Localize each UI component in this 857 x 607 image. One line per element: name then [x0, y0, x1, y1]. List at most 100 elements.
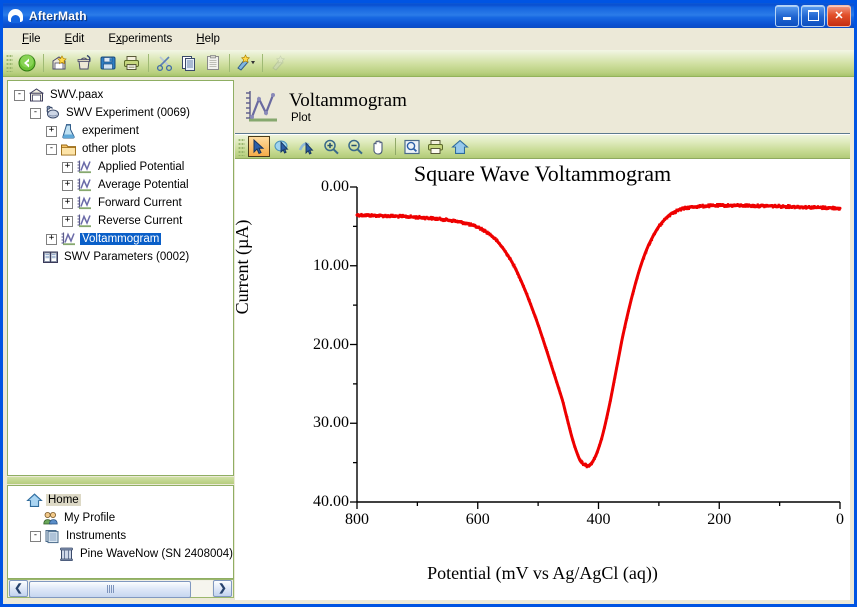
tree-node[interactable]: + experiment [14, 122, 230, 140]
new-archive-button[interactable] [49, 52, 71, 74]
menu-bar: File Edit Experiments Help [3, 28, 854, 51]
plot-icon [76, 177, 93, 193]
archive-icon [28, 87, 45, 103]
expand-toggle-icon[interactable]: + [62, 215, 73, 227]
expand-toggle-icon[interactable]: + [46, 125, 57, 137]
tree-node-label[interactable]: Reverse Current [96, 215, 184, 227]
expand-toggle-icon[interactable]: + [62, 179, 73, 191]
tree-node[interactable]: + Forward Current [14, 194, 230, 212]
tree-node[interactable]: - Instruments [14, 527, 230, 545]
tree-node[interactable]: + Reverse Current [14, 212, 230, 230]
expand-toggle-icon[interactable]: + [62, 197, 73, 209]
tree-node-label[interactable]: SWV Parameters (0002) [62, 251, 191, 263]
collapse-toggle-icon[interactable]: - [30, 530, 41, 542]
tree-node-label[interactable]: experiment [80, 125, 141, 137]
tree-node-label[interactable]: SWV.paax [48, 89, 105, 101]
cut-button[interactable] [154, 52, 176, 74]
main-toolbar [3, 50, 854, 77]
select-tool[interactable] [248, 136, 270, 157]
copy-button[interactable] [178, 52, 200, 74]
back-button[interactable] [16, 52, 38, 74]
tree-node[interactable]: + Average Potential [14, 176, 230, 194]
zoom-out-tool[interactable] [344, 136, 366, 157]
scrollbar-track[interactable] [29, 580, 212, 598]
tree-node-label[interactable]: Instruments [64, 530, 128, 542]
aftermath-logo-icon [7, 7, 24, 24]
paste-button[interactable] [202, 52, 224, 74]
plot-toolbar-grip[interactable] [238, 137, 245, 156]
left-pane: - SWV.paax - SWV Experiment (0069) + experime… [7, 80, 234, 600]
plot-icon [60, 231, 77, 247]
data-select-tool[interactable] [272, 136, 294, 157]
menu-item-file[interactable]: File [11, 30, 52, 48]
tree-node[interactable]: - other plots [14, 140, 230, 158]
collapse-toggle-icon[interactable]: - [14, 89, 25, 101]
archive-tree: - SWV.paax - SWV Experiment (0069) + experime… [8, 81, 233, 269]
close-button[interactable]: ✕ [827, 4, 851, 27]
plot-icon [76, 159, 93, 175]
plot-icon [76, 213, 93, 229]
zoom-fit-tool[interactable] [401, 136, 423, 157]
expand-toggle-icon[interactable]: + [46, 233, 57, 245]
new-experiment-button[interactable] [235, 52, 257, 74]
chart-area[interactable]: Square Wave Voltammogram Current (µA) Po… [235, 159, 850, 600]
tree-node[interactable]: My Profile [14, 509, 230, 527]
expand-toggle-icon[interactable]: + [62, 161, 73, 173]
pane-splitter[interactable] [7, 477, 234, 484]
home-tree: Home My Profile - Instruments Pine WaveNow (… [8, 486, 233, 566]
instruments-icon [44, 528, 61, 544]
window-controls: ✕ [775, 4, 851, 27]
collapse-toggle-icon[interactable]: - [30, 107, 41, 119]
tree-node-label[interactable]: Home [46, 494, 81, 506]
tree-node[interactable]: Home [14, 491, 230, 509]
tree-node-label[interactable]: other plots [80, 143, 138, 155]
aftermath-window: AfterMath ✕ File Edit Experiments Help -… [0, 0, 857, 607]
menu-item-help[interactable]: Help [185, 30, 231, 48]
home-view-tool[interactable] [449, 136, 471, 157]
pan-tool[interactable] [368, 136, 390, 157]
tree-node-label[interactable]: My Profile [62, 512, 117, 524]
tree-node-label[interactable]: Applied Potential [96, 161, 186, 173]
chart-y-tick-label: 10.00 [313, 256, 349, 274]
people-icon [42, 510, 59, 526]
chart-x-tick-label: 0 [836, 511, 844, 528]
toolbar-grip[interactable] [6, 54, 13, 72]
print-plot-tool[interactable] [425, 136, 447, 157]
tree-node[interactable]: SWV Parameters (0002) [14, 248, 230, 266]
chart-y-tick-label: 40.00 [313, 493, 349, 510]
tree-node[interactable]: + Voltammogram [14, 230, 230, 248]
plot-title: Voltammogram [289, 89, 407, 111]
tree-node-label[interactable]: Average Potential [96, 179, 191, 191]
menu-item-experiments[interactable]: Experiments [97, 30, 183, 48]
maximize-button[interactable] [801, 4, 825, 27]
tree-node-label[interactable]: Pine WaveNow (SN 2408004) [78, 548, 233, 560]
tree-node-label[interactable]: SWV Experiment (0069) [64, 107, 192, 119]
scroll-right-button[interactable]: ❯ [213, 580, 232, 597]
tree-node-label[interactable]: Voltammogram [80, 233, 162, 245]
device-icon [58, 546, 75, 562]
toolbar-separator [229, 54, 230, 72]
scrollbar-thumb[interactable] [29, 580, 191, 598]
tree-node[interactable]: - SWV.paax [14, 86, 230, 104]
collapse-toggle-icon[interactable]: - [46, 143, 57, 155]
delete-button[interactable] [73, 52, 95, 74]
menu-item-edit[interactable]: Edit [54, 30, 96, 48]
home-tree-panel[interactable]: Home My Profile - Instruments Pine WaveNow (… [7, 485, 234, 579]
window-title: AfterMath [29, 8, 87, 23]
tree-node[interactable]: - SWV Experiment (0069) [14, 104, 230, 122]
toolbar-separator [262, 54, 263, 72]
tree-node[interactable]: Pine WaveNow (SN 2408004) [14, 545, 233, 563]
chart-x-tick-label: 600 [465, 511, 490, 528]
scroll-left-button[interactable]: ❮ [9, 580, 28, 597]
tree-node-label[interactable]: Forward Current [96, 197, 184, 209]
toolbar-separator [148, 54, 149, 72]
plot-icon [76, 195, 93, 211]
save-button[interactable] [97, 52, 119, 74]
trace-select-tool[interactable] [296, 136, 318, 157]
archive-tree-panel[interactable]: - SWV.paax - SWV Experiment (0069) + experime… [7, 80, 234, 476]
tree-node[interactable]: + Applied Potential [14, 158, 230, 176]
horizontal-scrollbar[interactable]: ❮ ❯ [7, 579, 234, 598]
zoom-in-tool[interactable] [320, 136, 342, 157]
minimize-button[interactable] [775, 4, 799, 27]
print-button[interactable] [121, 52, 143, 74]
